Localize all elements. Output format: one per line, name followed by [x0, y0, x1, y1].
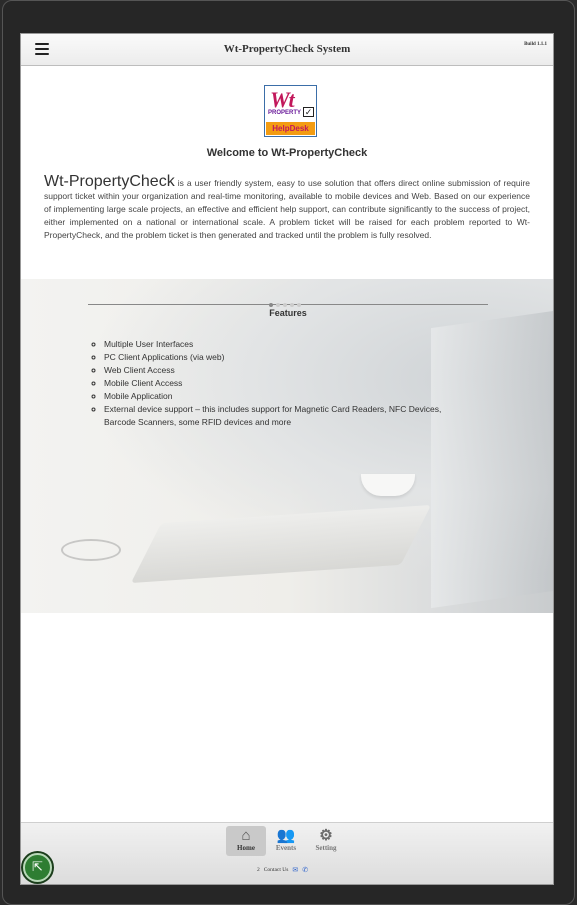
home-icon: ⌂ — [241, 828, 251, 844]
contact-label: Contact Us — [263, 867, 289, 873]
slider-pagination — [269, 303, 301, 307]
list-item: External device support – this includes … — [104, 403, 464, 429]
slide-dot-5[interactable] — [297, 303, 301, 307]
brand-name: Wt-PropertyCheck — [44, 173, 175, 190]
welcome-heading: Welcome to Wt-PropertyCheck — [206, 147, 368, 159]
slide-dot-4[interactable] — [290, 303, 294, 307]
logo-helpdesk-text: HelpDesk — [266, 122, 315, 135]
nav-home[interactable]: ⌂ Home — [226, 826, 266, 856]
slide-dot-1[interactable] — [269, 303, 273, 307]
list-item: PC Client Applications (via web) — [104, 351, 464, 364]
nav-setting[interactable]: ⚙ Setting — [306, 826, 346, 856]
external-link-button[interactable]: ⇱ — [23, 853, 52, 882]
app-title: Wt-PropertyCheck System — [223, 43, 351, 55]
features-list: Multiple User Interfaces PC Client Appli… — [104, 338, 464, 429]
email-icon[interactable]: ✉ — [292, 866, 298, 874]
build-version: Build 1.1.1 — [524, 42, 547, 47]
nav-events[interactable]: 👥 Events — [266, 826, 306, 856]
nav-events-label: Events — [275, 844, 297, 852]
external-link-icon: ⇱ — [32, 859, 43, 874]
slide-dot-2[interactable] — [276, 303, 280, 307]
list-item: Mobile Client Access — [104, 377, 464, 390]
list-item: Web Client Access — [104, 364, 464, 377]
contact-bar: 2 Contact Us ✉ ✆ — [257, 866, 308, 874]
list-item: Mobile Application — [104, 390, 464, 403]
app-screen: Wt-PropertyCheck System Build 1.1.1 Wt P… — [20, 33, 554, 885]
bottom-bar: ⌂ Home 👥 Events ⚙ Setting 2 Contact Us ✉… — [21, 822, 553, 884]
nav-home-label: Home — [237, 844, 255, 852]
nav-setting-label: Setting — [315, 844, 337, 852]
phone-icon[interactable]: ✆ — [302, 866, 308, 874]
app-logo: Wt PROPERTY ✓ HelpDesk — [264, 85, 317, 137]
list-item: Multiple User Interfaces — [104, 338, 464, 351]
users-icon: 👥 — [276, 828, 296, 844]
contact-count: 2 — [257, 867, 260, 873]
features-title: Features — [269, 308, 307, 318]
gear-icon: ⚙ — [319, 828, 333, 844]
bottom-nav: ⌂ Home 👥 Events ⚙ Setting — [226, 826, 346, 856]
coffee-cup-image — [361, 474, 415, 496]
glasses-image — [61, 539, 121, 561]
logo-property-text: PROPERTY — [268, 110, 302, 116]
features-slider[interactable]: Features Multiple User Interfaces PC Cli… — [21, 279, 553, 613]
notebook-image — [130, 505, 432, 583]
intro-paragraph: Wt-PropertyCheck is a user friendly syst… — [44, 174, 530, 242]
checkbox-icon: ✓ — [303, 107, 314, 117]
slide-dot-3[interactable] — [283, 303, 287, 307]
top-bar: Wt-PropertyCheck System Build 1.1.1 — [21, 34, 553, 66]
